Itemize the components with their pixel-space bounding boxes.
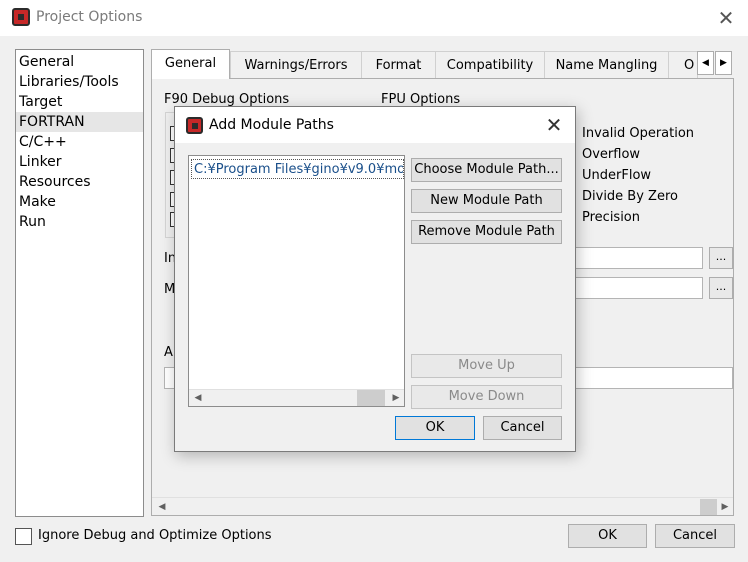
app-logo-icon — [12, 8, 30, 26]
choose-module-path-button[interactable]: Choose Module Path... — [411, 158, 562, 182]
dialog-titlebar: Add Module Paths ✕ — [175, 107, 575, 143]
window-titlebar: Project Options ✕ — [0, 0, 748, 36]
field2-browse-button[interactable]: ... — [709, 277, 733, 299]
sidebar-item-run[interactable]: Run — [16, 212, 143, 232]
fpu-options-label: FPU Options — [381, 92, 461, 107]
sidebar-item-libraries-tools[interactable]: Libraries/Tools — [16, 72, 143, 92]
tab-overflow-partial[interactable]: O — [668, 51, 698, 78]
fpu-overflow[interactable]: Overflow — [582, 147, 640, 162]
move-up-button[interactable]: Move Up — [411, 354, 562, 378]
move-down-button[interactable]: Move Down — [411, 385, 562, 409]
dialog-cancel-button[interactable]: Cancel — [483, 416, 562, 440]
f90-debug-options-label: F90 Debug Options — [164, 92, 290, 107]
dialog-ok-button[interactable]: OK — [395, 416, 475, 440]
remove-module-path-button[interactable]: Remove Module Path — [411, 220, 562, 244]
main-cancel-button[interactable]: Cancel — [655, 524, 735, 548]
sidebar-item-resources[interactable]: Resources — [16, 172, 143, 192]
sidebar-item-general[interactable]: General — [16, 52, 143, 72]
ignore-debug-checkbox[interactable] — [15, 528, 32, 545]
ignore-debug-label[interactable]: Ignore Debug and Optimize Options — [38, 528, 272, 543]
panel-scroll-left-icon[interactable]: ◀ — [154, 499, 170, 515]
tab-scroll-right-button[interactable]: ▶ — [715, 51, 732, 75]
panel-scroll-thumb[interactable] — [700, 499, 717, 515]
category-list[interactable]: General Libraries/Tools Target FORTRAN C… — [15, 49, 144, 517]
module-paths-list[interactable]: C:¥Program Files¥gino¥v9.0¥mo ◀ ▶ — [188, 155, 405, 407]
field2-input[interactable] — [560, 277, 703, 299]
new-module-path-button[interactable]: New Module Path — [411, 189, 562, 213]
paths-scroll-left-icon[interactable]: ◀ — [190, 390, 206, 406]
fpu-divide-by-zero[interactable]: Divide By Zero — [582, 189, 678, 204]
fpu-underflow[interactable]: UnderFlow — [582, 168, 651, 183]
field3-label: A — [164, 345, 173, 360]
panel-scroll-right-icon[interactable]: ▶ — [717, 499, 733, 515]
fpu-precision[interactable]: Precision — [582, 210, 640, 225]
field1-browse-button[interactable]: ... — [709, 247, 733, 269]
window-close-icon[interactable]: ✕ — [716, 8, 736, 28]
tab-format[interactable]: Format — [361, 51, 436, 78]
panel-horizontal-scrollbar[interactable]: ◀ ▶ — [152, 497, 733, 515]
main-ok-button[interactable]: OK — [568, 524, 647, 548]
paths-scroll-thumb[interactable] — [357, 390, 385, 406]
dialog-close-icon[interactable]: ✕ — [544, 115, 564, 135]
paths-scroll-right-icon[interactable]: ▶ — [388, 390, 404, 406]
window-title: Project Options — [36, 9, 143, 25]
module-path-item[interactable]: C:¥Program Files¥gino¥v9.0¥mo — [191, 159, 404, 179]
fpu-invalid-operation[interactable]: Invalid Operation — [582, 126, 694, 141]
dialog-app-icon — [186, 117, 203, 134]
tab-compatibility[interactable]: Compatibility — [435, 51, 545, 78]
field1-input[interactable] — [560, 247, 703, 269]
sidebar-item-linker[interactable]: Linker — [16, 152, 143, 172]
dialog-title: Add Module Paths — [209, 117, 334, 133]
tab-general[interactable]: General — [151, 49, 230, 79]
tab-scroll-left-button[interactable]: ◀ — [697, 51, 714, 75]
tab-name-mangling[interactable]: Name Mangling — [544, 51, 669, 78]
add-module-paths-dialog: Add Module Paths ✕ C:¥Program Files¥gino… — [174, 106, 576, 452]
sidebar-item-fortran[interactable]: FORTRAN — [16, 112, 143, 132]
sidebar-item-c-cpp[interactable]: C/C++ — [16, 132, 143, 152]
sidebar-item-target[interactable]: Target — [16, 92, 143, 112]
sidebar-item-make[interactable]: Make — [16, 192, 143, 212]
paths-horizontal-scrollbar[interactable]: ◀ ▶ — [189, 389, 404, 406]
tab-warnings-errors[interactable]: Warnings/Errors — [230, 51, 362, 78]
